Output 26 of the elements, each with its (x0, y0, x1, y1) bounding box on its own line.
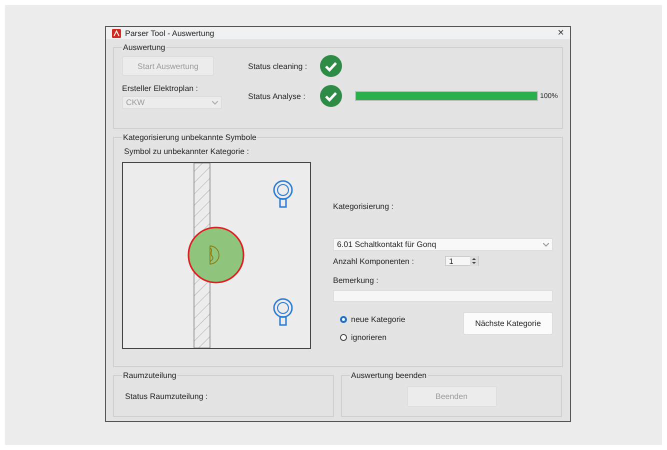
close-button[interactable]: × (558, 27, 564, 39)
radio-option[interactable]: neue Kategorie (340, 315, 406, 324)
status-label: Status Analyse : (248, 92, 306, 100)
field-label: Ersteller Elektroplan : (122, 84, 200, 93)
remark-field[interactable] (333, 290, 553, 302)
caret-icon (212, 100, 218, 104)
group-title: Raumzuteilung (122, 371, 178, 380)
lamp-symbol-icon (273, 180, 293, 208)
caret-icon (543, 242, 549, 246)
status-label: Status cleaning : (248, 62, 308, 70)
next-category-button[interactable]: Nächste Kategorie (463, 312, 553, 335)
field-label: Anzahl Komponenten : (333, 256, 415, 266)
group-title: Kategorisierung unbekannte Symbole (122, 133, 258, 142)
spin-arrows-icon (470, 256, 478, 266)
radio-option[interactable]: ignorieren (340, 333, 406, 342)
lamp-symbol-icon (273, 298, 293, 326)
field-label: Bemerkung : (333, 276, 380, 285)
category-dropdown[interactable]: 6.01 Schaltkontakt für Gonq (333, 238, 553, 251)
field-label: Kategorisierung : (333, 202, 394, 211)
group-title: Auswertung (122, 43, 166, 52)
field-label: Symbol zu unbekannter Kategorie : (124, 147, 250, 156)
count-spinner[interactable]: 1 (445, 256, 479, 266)
window-title: Parser Tool - Auswertung (125, 28, 216, 38)
app-icon (112, 28, 121, 38)
group-title: Auswertung beenden (350, 371, 428, 380)
status-label: Status Raumzuteilung : (124, 392, 209, 401)
